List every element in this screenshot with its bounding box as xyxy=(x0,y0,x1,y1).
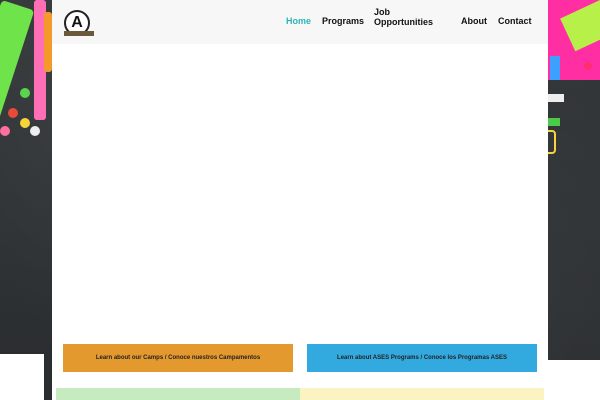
spiral-notebook-decoration xyxy=(546,360,600,400)
camps-button[interactable]: Learn about our Camps / Conoce nuestros … xyxy=(63,344,293,372)
nav-contact[interactable]: Contact xyxy=(498,16,532,26)
blue-pen-decoration xyxy=(550,56,560,80)
red-pushpin-icon xyxy=(584,62,592,70)
yellow-section-strip xyxy=(300,388,544,400)
nav-home[interactable]: Home xyxy=(286,16,311,26)
ases-programs-button[interactable]: Learn about ASES Programs / Conoce los P… xyxy=(307,344,537,372)
pink-pushpin-icon xyxy=(0,126,10,136)
nav-programs[interactable]: Programs xyxy=(322,16,364,26)
white-pushpin-icon xyxy=(546,94,564,102)
nav-job-opportunities[interactable]: Job Opportunities xyxy=(374,7,444,27)
red-pushpin-icon xyxy=(8,108,18,118)
nav-about[interactable]: About xyxy=(461,16,487,26)
school-logo-icon[interactable]: A xyxy=(64,10,94,36)
yellow-pushpin-icon xyxy=(20,118,30,128)
green-pushpin-icon xyxy=(20,88,30,98)
logo-letter: A xyxy=(71,14,83,31)
logo-banner xyxy=(64,31,94,36)
spiral-notebook-decoration xyxy=(0,354,44,400)
green-section-strip xyxy=(56,388,300,400)
white-pushpin-icon xyxy=(30,126,40,136)
main-content-panel xyxy=(52,0,548,400)
orange-marker-decoration xyxy=(44,12,52,72)
